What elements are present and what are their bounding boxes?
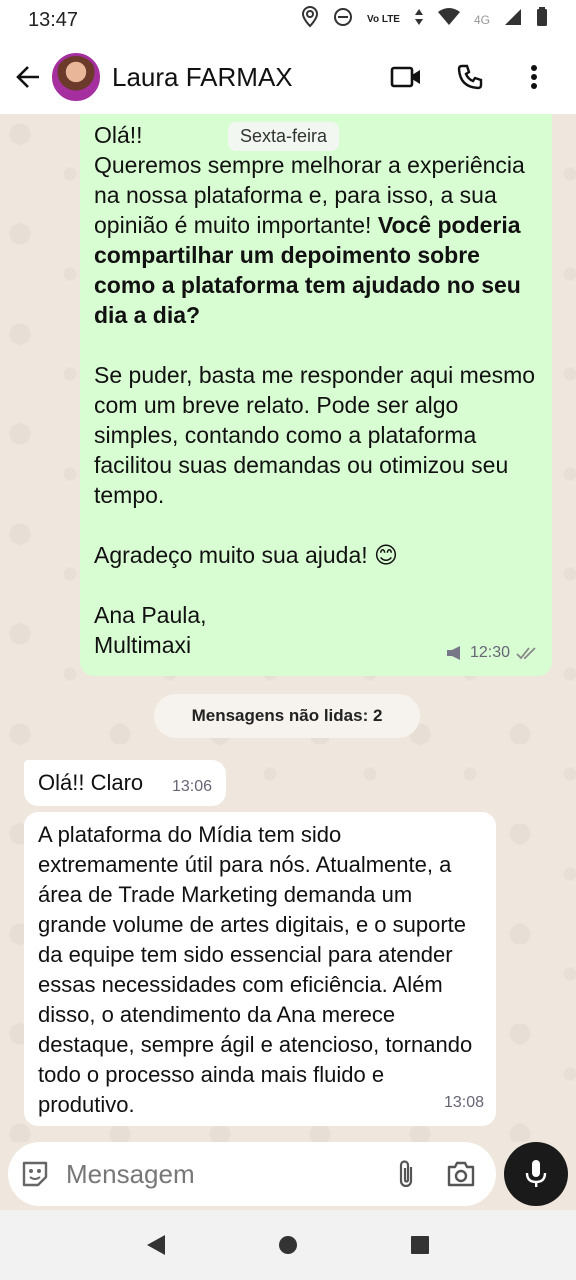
sticker-icon[interactable] bbox=[20, 1159, 50, 1189]
battery-icon bbox=[536, 7, 548, 33]
message-time: 12:30 bbox=[469, 644, 510, 661]
attach-icon[interactable] bbox=[396, 1158, 416, 1190]
phone-icon bbox=[457, 64, 483, 90]
outgoing-message[interactable]: Olá!! Queremos sempre melhorar a experiê… bbox=[80, 114, 552, 676]
home-circle-icon[interactable] bbox=[277, 1234, 299, 1256]
chat-header: Laura FARMAX bbox=[0, 40, 576, 114]
header-actions bbox=[374, 52, 566, 102]
message-text: Olá!! Claro bbox=[38, 770, 144, 795]
recents-square-icon[interactable] bbox=[409, 1234, 431, 1256]
avatar[interactable] bbox=[52, 53, 100, 101]
video-call-icon bbox=[390, 66, 420, 88]
incoming-message[interactable]: Olá!! Claro 13:06 bbox=[24, 760, 226, 806]
more-options-button[interactable] bbox=[502, 52, 566, 102]
message-meta: 12:30 bbox=[446, 638, 538, 668]
double-check-icon bbox=[516, 647, 536, 660]
date-chip: Sexta-feira bbox=[228, 122, 340, 151]
status-time: 13:47 bbox=[28, 8, 79, 31]
message-placeholder: Mensagem bbox=[66, 1158, 195, 1189]
status-bar: 13:47 Vo LTE 4G bbox=[0, 0, 576, 40]
video-call-button[interactable] bbox=[374, 52, 438, 102]
contact-name[interactable]: Laura FARMAX bbox=[112, 62, 293, 93]
signal-icon bbox=[504, 8, 522, 32]
message-text: A plataforma do Mídia tem sido extremame… bbox=[38, 822, 473, 1117]
broadcast-icon bbox=[446, 646, 460, 660]
dnd-icon bbox=[333, 7, 353, 33]
message-para3: Agradeço muito sua ajuda! 😊 bbox=[94, 542, 398, 568]
location-icon bbox=[301, 5, 319, 34]
mic-icon bbox=[525, 1160, 547, 1187]
composer: Mensagem bbox=[0, 1142, 576, 1210]
voice-call-button[interactable] bbox=[438, 52, 502, 102]
chat-area[interactable]: Olá!! Queremos sempre melhorar a experiê… bbox=[0, 114, 576, 1142]
back-triangle-icon[interactable] bbox=[145, 1233, 167, 1257]
volte-label: Vo LTE bbox=[367, 14, 400, 25]
data-arrows-icon bbox=[414, 8, 424, 32]
message-time: 13:06 bbox=[171, 778, 212, 795]
message-input[interactable]: Mensagem bbox=[8, 1142, 496, 1206]
incoming-message[interactable]: A plataforma do Mídia tem sido extremame… bbox=[24, 812, 496, 1126]
back-arrow-icon bbox=[16, 66, 39, 88]
network-gen-label: 4G bbox=[473, 13, 490, 27]
message-para2: Se puder, basta me responder aqui mesmo … bbox=[94, 362, 536, 508]
wifi-icon bbox=[437, 8, 460, 32]
system-nav-bar bbox=[0, 1210, 576, 1280]
input-actions bbox=[396, 1158, 476, 1190]
more-vert-icon bbox=[531, 65, 537, 89]
unread-divider: Mensagens não lidas: 2 bbox=[154, 694, 420, 738]
back-button[interactable] bbox=[6, 55, 50, 99]
message-text: Olá!! Queremos sempre melhorar a experiê… bbox=[94, 120, 538, 330]
camera-icon[interactable] bbox=[446, 1161, 476, 1187]
mic-button[interactable] bbox=[504, 1142, 568, 1206]
message-time: 13:08 bbox=[443, 1094, 484, 1111]
status-icons: Vo LTE 4G bbox=[301, 5, 548, 34]
